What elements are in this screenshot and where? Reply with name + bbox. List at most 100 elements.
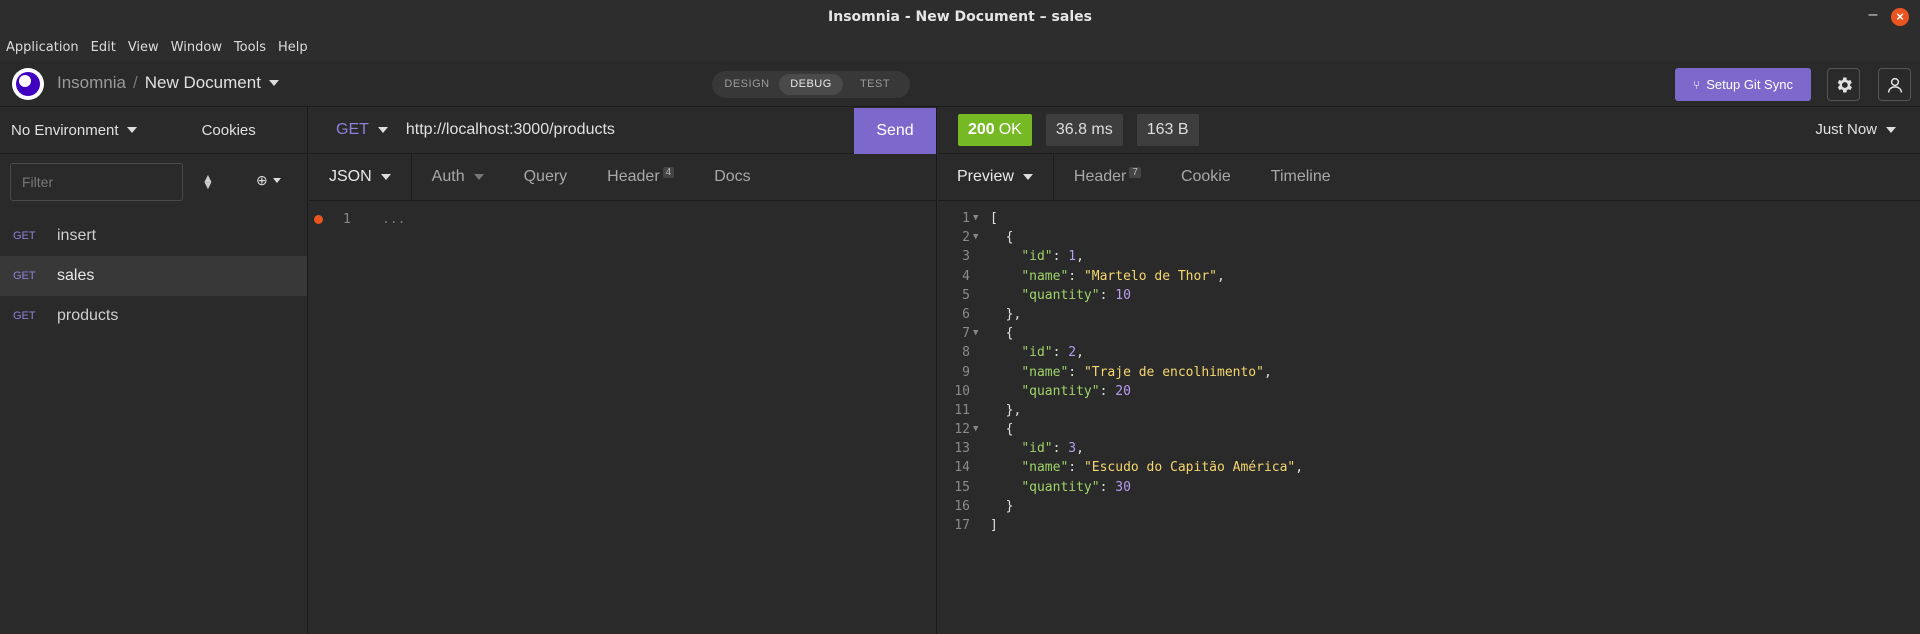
line-number: 16 bbox=[954, 498, 970, 514]
tab-response-header[interactable]: Header 7 bbox=[1054, 154, 1161, 200]
mode-design[interactable]: DESIGN bbox=[715, 74, 779, 95]
chevron-down-icon[interactable] bbox=[268, 80, 279, 86]
tab-docs[interactable]: Docs bbox=[694, 154, 770, 200]
code-text: "quantity": 10 bbox=[1021, 287, 1131, 303]
history-label: Just Now bbox=[1815, 121, 1877, 138]
add-request-button[interactable]: ⊕ bbox=[256, 172, 281, 189]
filter-row: ▲▼ ⊕ bbox=[0, 154, 307, 216]
tab-label: Header bbox=[1073, 168, 1127, 185]
setup-git-sync-button[interactable]: ⑂ Setup Git Sync bbox=[1675, 68, 1811, 101]
chevron-down-icon bbox=[272, 178, 281, 183]
code-line: 7 ▼ { bbox=[938, 324, 1920, 343]
tab-header[interactable]: Header 4 bbox=[587, 154, 694, 200]
line-number: 12 bbox=[954, 422, 970, 438]
chevron-down-icon bbox=[1022, 174, 1033, 180]
tab-label: Query bbox=[523, 168, 568, 185]
tab-label: Auth bbox=[431, 168, 465, 185]
code-text: }, bbox=[990, 402, 1022, 418]
request-method: GET bbox=[13, 270, 36, 282]
code-line: 1 ▼ [ bbox=[938, 209, 1920, 228]
editor-placeholder: ... bbox=[382, 212, 406, 227]
menu-tools[interactable]: Tools bbox=[234, 40, 266, 55]
code-line: 6 }, bbox=[938, 305, 1920, 324]
menu-window[interactable]: Window bbox=[171, 40, 222, 55]
menu-help[interactable]: Help bbox=[278, 40, 308, 55]
tab-preview[interactable]: Preview bbox=[938, 154, 1054, 200]
code-text: "name": "Martelo de Thor", bbox=[1021, 268, 1225, 284]
menu-application[interactable]: Application bbox=[6, 40, 79, 55]
code-line: 10 "quantity": 20 bbox=[938, 382, 1920, 401]
line-number: 4 bbox=[962, 268, 970, 284]
chevron-down-icon bbox=[380, 174, 391, 180]
request-pane: GET http://localhost:3000/products Send … bbox=[309, 107, 937, 634]
tab-auth[interactable]: Auth bbox=[412, 154, 504, 200]
breadcrumb-document[interactable]: New Document bbox=[145, 73, 261, 93]
send-button[interactable]: Send bbox=[854, 108, 936, 154]
sidebar-item-insert[interactable]: GET insert bbox=[0, 216, 307, 256]
breadcrumb-separator: / bbox=[132, 73, 138, 92]
cookies-button[interactable]: Cookies bbox=[202, 122, 256, 139]
mode-switcher: DESIGN DEBUG TEST bbox=[712, 71, 910, 98]
request-method: GET bbox=[13, 310, 36, 322]
sidebar: No Environment Cookies ▲▼ ⊕ GET insert G… bbox=[0, 107, 308, 634]
chevron-down-icon bbox=[377, 127, 388, 133]
line-number: 5 bbox=[962, 287, 970, 303]
method-label: GET bbox=[336, 121, 369, 138]
fold-arrow-icon[interactable]: ▼ bbox=[973, 420, 978, 439]
app-header: Insomnia / New Document DESIGN DEBUG TES… bbox=[0, 61, 1920, 107]
code-text: "quantity": 30 bbox=[1021, 479, 1131, 495]
code-line: 17] bbox=[938, 516, 1920, 535]
tab-cookie[interactable]: Cookie bbox=[1161, 154, 1251, 200]
line-number: 6 bbox=[962, 306, 970, 322]
code-line: 14 "name": "Escudo do Capitão América", bbox=[938, 458, 1920, 477]
code-text: [ bbox=[990, 211, 998, 226]
minimize-icon[interactable]: – bbox=[1866, 7, 1880, 24]
header-count-badge: 7 bbox=[1129, 166, 1141, 178]
url-input[interactable]: http://localhost:3000/products bbox=[406, 121, 615, 139]
menu-view[interactable]: View bbox=[128, 40, 159, 55]
user-icon bbox=[1887, 77, 1902, 93]
code-text: { bbox=[990, 422, 1014, 438]
line-number: 14 bbox=[954, 460, 970, 476]
code-line: 16 } bbox=[938, 497, 1920, 516]
mode-test[interactable]: TEST bbox=[843, 74, 907, 95]
menu-edit[interactable]: Edit bbox=[91, 40, 116, 55]
code-text: "id": 2, bbox=[1021, 345, 1084, 361]
history-dropdown[interactable]: Just Now bbox=[1815, 121, 1896, 138]
code-line: 5 "quantity": 10 bbox=[938, 286, 1920, 305]
sidebar-item-sales[interactable]: GET sales bbox=[0, 256, 307, 296]
environment-selector[interactable]: No Environment bbox=[11, 122, 137, 139]
chevron-down-icon bbox=[1886, 126, 1896, 133]
fold-arrow-icon[interactable]: ▼ bbox=[973, 228, 978, 247]
line-number: 10 bbox=[954, 383, 970, 399]
git-sync-label: Setup Git Sync bbox=[1706, 77, 1793, 92]
line-number: 15 bbox=[954, 479, 970, 495]
code-text: ] bbox=[990, 518, 998, 533]
close-icon[interactable]: × bbox=[1891, 8, 1909, 26]
line-number: 17 bbox=[954, 518, 970, 533]
tab-label: Docs bbox=[714, 168, 751, 185]
fold-arrow-icon[interactable]: ▼ bbox=[973, 324, 978, 343]
tab-timeline[interactable]: Timeline bbox=[1251, 154, 1351, 200]
tab-json[interactable]: JSON bbox=[309, 154, 412, 200]
response-pane: 200 OK 36.8 ms 163 B Just Now Preview He… bbox=[938, 107, 1920, 634]
settings-button[interactable] bbox=[1827, 68, 1860, 101]
account-button[interactable] bbox=[1878, 68, 1911, 101]
response-time: 36.8 ms bbox=[1045, 114, 1123, 146]
code-text: { bbox=[990, 230, 1014, 246]
window-title: Insomnia - New Document – sales bbox=[828, 9, 1092, 25]
sidebar-item-products[interactable]: GET products bbox=[0, 296, 307, 336]
request-name: sales bbox=[57, 267, 95, 284]
status-code: 200 bbox=[968, 121, 995, 138]
breadcrumb-app[interactable]: Insomnia bbox=[57, 73, 126, 93]
mode-debug[interactable]: DEBUG bbox=[779, 74, 843, 95]
method-selector[interactable]: GET bbox=[336, 121, 388, 139]
breadcrumb: Insomnia / New Document bbox=[57, 73, 279, 93]
body-editor[interactable]: 1 ... bbox=[309, 209, 936, 231]
filter-input[interactable] bbox=[10, 163, 183, 201]
tab-query[interactable]: Query bbox=[504, 154, 588, 200]
response-body[interactable]: 1 ▼[2 ▼ {3 "id": 1, 4 "name": "Martelo de T… bbox=[938, 209, 1920, 535]
fold-arrow-icon[interactable]: ▼ bbox=[973, 209, 978, 228]
sort-icon[interactable]: ▲ ▼ bbox=[202, 172, 214, 191]
line-number: 13 bbox=[954, 441, 970, 457]
